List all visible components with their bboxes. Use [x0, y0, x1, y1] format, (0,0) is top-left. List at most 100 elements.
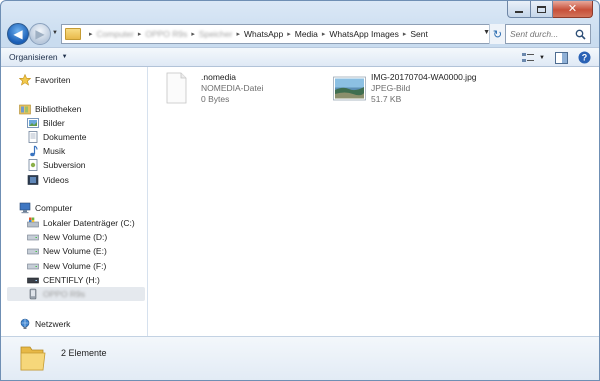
chevron-right-icon[interactable]: ▸: [322, 30, 326, 38]
nav-drive-e[interactable]: New Volume (E:): [27, 244, 107, 258]
chevron-right-icon[interactable]: ▸: [138, 30, 142, 38]
nav-favorites-label: Favoriten: [35, 75, 71, 85]
address-row: ◀ ▶ ▼ ▸ Computer ▸ OPPO R9s ▸ Speicher ▸…: [7, 23, 591, 45]
toolbar-right: ▼ ?: [512, 51, 591, 64]
file-type: JPEG-Bild: [371, 83, 411, 93]
help-button[interactable]: ?: [578, 51, 591, 64]
nav-favorites[interactable]: Favoriten: [19, 73, 70, 87]
nav-network-label: Netzwerk: [35, 319, 71, 329]
file-name: IMG-20170704-WA0000.jpg: [371, 72, 477, 82]
nav-device[interactable]: OPPO R9s: [7, 287, 145, 301]
caption-buttons: ✕: [507, 1, 593, 18]
nav-computer[interactable]: Computer: [19, 201, 72, 215]
nav-drive-c-label: Lokaler Datenträger (C:): [43, 218, 135, 228]
minimize-icon: [515, 11, 523, 13]
svg-text:?: ?: [582, 53, 588, 63]
organise-button[interactable]: Organisieren ▼: [9, 52, 68, 62]
documents-icon: [27, 131, 39, 143]
forward-button[interactable]: ▶: [29, 23, 51, 45]
nav-drive-h-label: CENTIFLY (H:): [43, 275, 100, 285]
change-view-button[interactable]: ▼: [522, 52, 545, 64]
chevron-right-icon[interactable]: ▸: [287, 30, 291, 38]
chevron-right-icon[interactable]: ▸: [191, 30, 195, 38]
close-button[interactable]: ✕: [553, 1, 593, 18]
nav-drive-f[interactable]: New Volume (F:): [27, 259, 106, 273]
file-meta: .nomedia NOMEDIA-Datei 0 Bytes: [201, 72, 263, 105]
star-icon: [19, 74, 31, 86]
file-item[interactable]: .nomedia NOMEDIA-Datei 0 Bytes: [163, 72, 263, 105]
view-list-icon: [522, 52, 535, 62]
nav-documents-label: Dokumente: [43, 132, 87, 142]
nav-computer-label: Computer: [35, 203, 73, 213]
nav-drive-d[interactable]: New Volume (D:): [27, 230, 107, 244]
search-input[interactable]: [510, 29, 576, 39]
blank-file-icon: [163, 72, 197, 104]
nav-videos[interactable]: Videos: [27, 173, 69, 187]
chevron-down-icon: ▼: [539, 54, 545, 61]
breadcrumb-storage[interactable]: Speicher: [199, 29, 233, 39]
help-icon: ?: [578, 51, 591, 64]
nav-subversion[interactable]: Subversion: [27, 158, 86, 172]
file-type: NOMEDIA-Datei: [201, 83, 264, 93]
nav-libraries-label: Bibliotheken: [35, 104, 82, 114]
drive-icon: [27, 260, 39, 272]
library-icon: [19, 103, 31, 115]
image-thumbnail: [333, 72, 367, 104]
content-area: Favoriten Bibliotheken Bilder Dokumente: [1, 67, 599, 336]
breadcrumb-media[interactable]: Media: [295, 29, 318, 39]
nav-pictures-label: Bilder: [43, 118, 65, 128]
drive-icon: [27, 245, 39, 257]
nav-libraries[interactable]: Bibliotheken: [19, 102, 81, 116]
breadcrumb-sent[interactable]: Sent: [410, 29, 428, 39]
file-item[interactable]: IMG-20170704-WA0000.jpg JPEG-Bild 51.7 K…: [333, 72, 477, 105]
file-size: 51.7 KB: [371, 94, 402, 104]
chevron-right-icon[interactable]: ▸: [89, 30, 93, 38]
breadcrumb-computer[interactable]: Computer: [97, 29, 134, 39]
nav-drive-f-label: New Volume (F:): [43, 261, 107, 271]
drive-icon: [27, 231, 39, 243]
file-list: .nomedia NOMEDIA-Datei 0 Bytes IMG-20170…: [149, 67, 599, 336]
breadcrumb-whatsapp[interactable]: WhatsApp: [244, 29, 283, 39]
minimize-button[interactable]: [507, 1, 531, 18]
nav-pictures[interactable]: Bilder: [27, 116, 65, 130]
nav-drive-h[interactable]: CENTIFLY (H:): [27, 273, 100, 287]
system-drive-icon: [27, 217, 39, 229]
folder-icon: [19, 343, 47, 375]
breadcrumb-whatsapp-images[interactable]: WhatsApp Images: [329, 29, 398, 39]
nav-drive-d-label: New Volume (D:): [43, 232, 108, 242]
arrow-right-icon: ▶: [35, 27, 45, 41]
arrow-left-icon: ◀: [13, 27, 23, 41]
network-icon: [19, 318, 31, 330]
nav-network[interactable]: Netzwerk: [19, 317, 70, 331]
chevron-down-icon: ▼: [61, 54, 68, 60]
nav-drive-c[interactable]: Lokaler Datenträger (C:): [27, 216, 135, 230]
search-icon[interactable]: [575, 29, 586, 40]
nav-subversion-label: Subversion: [43, 160, 86, 170]
explorer-window: ✕ ◀ ▶ ▼ ▸ Computer ▸ OPPO R9s ▸ Speicher…: [0, 0, 600, 381]
subversion-icon: [27, 159, 39, 171]
chevron-right-icon[interactable]: ▸: [236, 30, 240, 38]
refresh-button[interactable]: ↻: [489, 24, 505, 44]
search-box[interactable]: [505, 24, 591, 44]
close-icon: ✕: [567, 2, 578, 15]
nav-device-label: OPPO R9s: [43, 289, 86, 299]
recent-pages-dropdown[interactable]: ▼: [52, 30, 60, 38]
nav-videos-label: Videos: [43, 175, 69, 185]
refresh-icon: ↻: [492, 28, 503, 41]
chevron-right-icon[interactable]: ▸: [403, 30, 407, 38]
nav-documents[interactable]: Dokumente: [27, 130, 86, 144]
pictures-icon: [27, 117, 39, 129]
address-bar[interactable]: ▸ Computer ▸ OPPO R9s ▸ Speicher ▸ Whats…: [61, 24, 505, 44]
nav-music[interactable]: Musik: [27, 144, 65, 158]
item-count: 2 Elemente: [61, 348, 107, 358]
maximize-icon: [537, 5, 546, 13]
breadcrumb-device[interactable]: OPPO R9s: [145, 29, 187, 39]
nav-music-label: Musik: [43, 146, 66, 156]
file-meta: IMG-20170704-WA0000.jpg JPEG-Bild 51.7 K…: [371, 72, 477, 105]
back-button[interactable]: ◀: [7, 23, 29, 45]
preview-pane-button[interactable]: [555, 51, 568, 64]
removable-drive-icon: [27, 274, 39, 286]
maximize-button[interactable]: [531, 1, 553, 18]
file-name: .nomedia: [201, 72, 236, 82]
navigation-pane: Favoriten Bibliotheken Bilder Dokumente: [1, 67, 148, 336]
